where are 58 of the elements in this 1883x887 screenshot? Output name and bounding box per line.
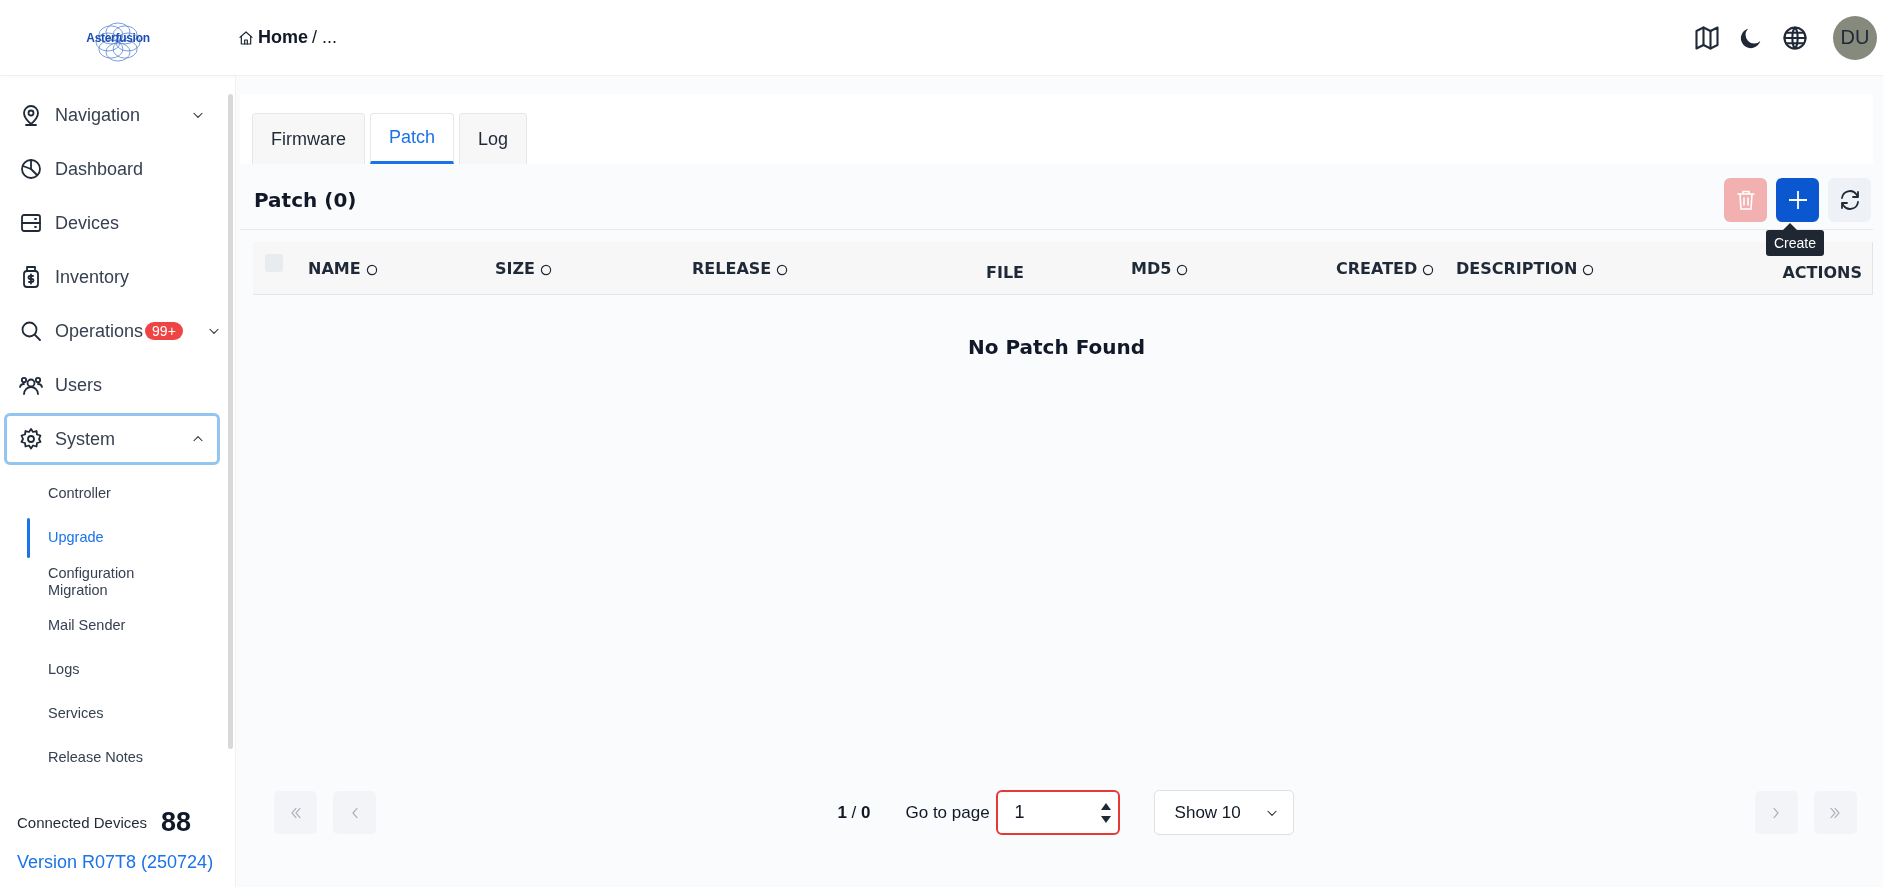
spin-down-icon bbox=[1099, 816, 1112, 824]
column-header: FILE bbox=[986, 262, 1024, 282]
map-icon[interactable] bbox=[1693, 23, 1721, 52]
sort-icon[interactable] bbox=[1422, 263, 1435, 276]
refresh-button[interactable] bbox=[1828, 177, 1871, 222]
sidebar-item[interactable]: Dashboard bbox=[4, 143, 220, 195]
sidebar-item[interactable]: Operations 99+ bbox=[4, 305, 220, 357]
breadcrumb-text: / ... bbox=[312, 27, 338, 48]
sort-icon[interactable] bbox=[1582, 263, 1595, 276]
home-icon bbox=[238, 29, 254, 46]
tab[interactable]: Patch bbox=[370, 113, 455, 164]
search-icon bbox=[19, 319, 43, 343]
sidebar-item[interactable]: Navigation bbox=[4, 89, 220, 141]
logo-text: Asterfusion bbox=[86, 30, 150, 45]
page-size-select[interactable]: Show 10 bbox=[1153, 790, 1294, 835]
connected-devices-label: Connected Devices bbox=[17, 814, 148, 831]
panel-title: Patch (0) bbox=[254, 187, 357, 212]
column-header: SIZE bbox=[495, 258, 535, 278]
tooltip: Create bbox=[1766, 229, 1825, 256]
settings-icon bbox=[19, 427, 43, 451]
version-link[interactable]: Version R07T8 (250724) bbox=[17, 852, 214, 873]
column-header: NAME bbox=[308, 258, 361, 278]
user-avatar[interactable]: DU bbox=[1833, 15, 1877, 60]
sort-icon[interactable] bbox=[365, 263, 378, 276]
column-header: DESCRIPTION bbox=[1456, 258, 1578, 278]
count-badge: 99+ bbox=[145, 322, 183, 340]
column-header: RELEASE bbox=[692, 258, 772, 278]
submenu-item[interactable]: Services bbox=[0, 692, 236, 736]
submenu-item[interactable]: Configuration Migration bbox=[0, 560, 190, 604]
page-number-field[interactable]: 1 bbox=[995, 790, 1120, 835]
tab[interactable]: Firmware bbox=[252, 113, 365, 164]
create-button[interactable] bbox=[1776, 177, 1819, 222]
sidebar-item[interactable]: Inventory bbox=[4, 251, 220, 303]
pie-chart-icon bbox=[19, 157, 43, 181]
breadcrumb-link[interactable]: Home bbox=[258, 27, 308, 48]
submenu-item[interactable]: Mail Sender bbox=[0, 604, 236, 648]
sort-icon[interactable] bbox=[1176, 263, 1189, 276]
go-to-page-label: Go to page bbox=[905, 802, 990, 823]
column-header: ACTIONS bbox=[1782, 262, 1862, 282]
submenu-item[interactable]: Release Notes bbox=[0, 736, 236, 780]
submenu-item[interactable]: Logs bbox=[0, 648, 236, 692]
submenu-item[interactable]: Upgrade bbox=[0, 516, 236, 560]
spin-up-icon bbox=[1099, 802, 1112, 810]
sidebar-item[interactable]: Devices bbox=[4, 197, 220, 249]
sort-icon[interactable] bbox=[540, 263, 552, 276]
connected-devices-count: 88 bbox=[161, 807, 192, 838]
column-header: MD5 bbox=[1131, 258, 1172, 278]
page-count: 1 / 0 bbox=[837, 802, 871, 823]
column-header: CREATED bbox=[1336, 258, 1418, 278]
sidebar-item[interactable]: System bbox=[4, 413, 220, 465]
tab[interactable]: Log bbox=[459, 113, 528, 164]
server-icon bbox=[19, 211, 43, 235]
submenu-item[interactable]: Controller bbox=[0, 472, 236, 516]
sidebar-item[interactable]: Users bbox=[4, 359, 220, 411]
active-indicator bbox=[27, 518, 30, 558]
sort-icon[interactable] bbox=[776, 263, 789, 276]
globe-icon[interactable] bbox=[1781, 23, 1809, 52]
empty-message: No Patch Found bbox=[966, 335, 1147, 359]
